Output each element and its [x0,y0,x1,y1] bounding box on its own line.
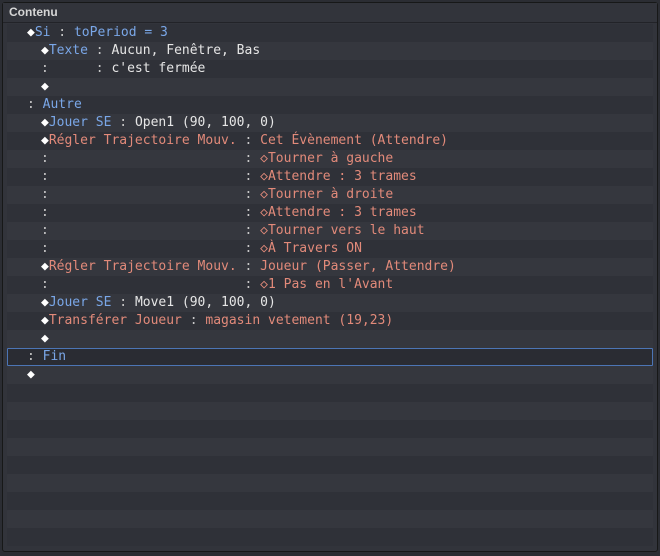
diamond-icon: ◆ [41,43,49,58]
panel-title: Contenu [3,3,657,23]
separator: : [237,241,260,256]
command-keyword: : [41,205,237,220]
event-command-row-empty[interactable] [7,510,653,528]
command-keyword: Régler Trajectoire Mouv. [49,133,237,148]
command-value: ◇Attendre : 3 trames [260,205,417,220]
separator: : [237,169,260,184]
separator: : [237,187,260,202]
separator: : [237,151,260,166]
event-command-row-empty[interactable] [7,528,653,546]
command-keyword: Texte [49,43,88,58]
event-command-row[interactable]: ◆Régler Trajectoire Mouv. : Cet Évènemen… [7,132,653,150]
event-command-row[interactable]: : : ◇1 Pas en l'Avant [7,276,653,294]
event-command-row[interactable]: ◆Jouer SE : Open1 (90, 100, 0) [7,114,653,132]
event-command-row[interactable]: : Autre [7,96,653,114]
separator: : [237,277,260,292]
diamond-icon: ◆ [27,25,35,40]
event-command-row[interactable]: : : ◇Tourner à gauche [7,150,653,168]
command-keyword: Si [35,25,51,40]
command-value: ◇1 Pas en l'Avant [260,277,393,292]
diamond-icon: ◆ [41,331,49,346]
command-value: toPeriod = 3 [74,25,168,40]
event-command-row-empty[interactable] [7,402,653,420]
event-command-row[interactable]: ◆Régler Trajectoire Mouv. : Joueur (Pass… [7,258,653,276]
event-command-row[interactable]: : : c'est fermée [7,60,653,78]
diamond-icon: ◆ [41,79,49,94]
event-command-row[interactable]: ◆Transférer Joueur : magasin vetement (1… [7,312,653,330]
command-value: Fin [43,349,66,364]
event-command-row-empty[interactable] [7,438,653,456]
separator: : [88,43,111,58]
separator: : [182,313,205,328]
event-content-panel: Contenu ◆Si : toPeriod = 3◆Texte : Aucun… [2,2,658,552]
separator: : [237,259,260,274]
diamond-icon: ◆ [27,367,35,382]
command-value: ◇Tourner vers le haut [260,223,424,238]
command-value: ◇Tourner à gauche [260,151,393,166]
event-command-row[interactable]: ◆Si : toPeriod = 3 [7,24,653,42]
command-keyword: Régler Trajectoire Mouv. [49,259,237,274]
event-command-list[interactable]: ◆Si : toPeriod = 3◆Texte : Aucun, Fenêtr… [3,23,657,551]
command-keyword: : [41,151,237,166]
separator: : [237,205,260,220]
command-keyword: : [41,241,237,256]
command-keyword: Jouer SE [49,115,112,130]
diamond-icon: ◆ [41,295,49,310]
command-value: c'est fermée [111,61,205,76]
command-value: ◇Tourner à droite [260,187,393,202]
command-keyword: : [41,169,237,184]
command-keyword: Transférer Joueur [49,313,182,328]
event-command-row-empty[interactable] [7,420,653,438]
command-value: ◇À Travers ON [260,241,362,256]
event-command-row-empty[interactable] [7,474,653,492]
event-command-row[interactable]: ◆ [7,366,653,384]
event-command-row[interactable]: ◆ [7,78,653,96]
command-keyword: : [41,223,237,238]
event-command-row-empty[interactable] [7,384,653,402]
command-value: Open1 (90, 100, 0) [135,115,276,130]
event-command-row[interactable]: : : ◇À Travers ON [7,240,653,258]
command-value: magasin vetement (19,23) [205,313,393,328]
event-command-row[interactable]: ◆Jouer SE : Move1 (90, 100, 0) [7,294,653,312]
event-command-row[interactable]: : : ◇Attendre : 3 trames [7,204,653,222]
separator: : [237,223,260,238]
event-command-row[interactable]: : Fin [7,348,653,366]
separator: : [50,25,73,40]
command-keyword: : [41,61,88,76]
separator: : [111,295,134,310]
separator: : [111,115,134,130]
command-value: Move1 (90, 100, 0) [135,295,276,310]
separator: : [88,61,111,76]
command-keyword: Jouer SE [49,295,112,310]
event-command-row-empty[interactable] [7,456,653,474]
command-keyword: : [41,277,237,292]
command-value: Aucun, Fenêtre, Bas [111,43,260,58]
command-keyword: : [27,97,43,112]
command-value: Autre [43,97,82,112]
command-value: ◇Attendre : 3 trames [260,169,417,184]
diamond-icon: ◆ [41,115,49,130]
event-command-row[interactable]: ◆ [7,330,653,348]
diamond-icon: ◆ [41,259,49,274]
command-keyword: : [27,349,43,364]
command-value: Cet Évènement (Attendre) [260,133,448,148]
event-command-row[interactable]: : : ◇Tourner vers le haut [7,222,653,240]
event-command-row[interactable]: ◆Texte : Aucun, Fenêtre, Bas [7,42,653,60]
event-command-row[interactable]: : : ◇Tourner à droite [7,186,653,204]
event-command-row[interactable]: : : ◇Attendre : 3 trames [7,168,653,186]
diamond-icon: ◆ [41,313,49,328]
command-value: Joueur (Passer, Attendre) [260,259,456,274]
separator: : [237,133,260,148]
diamond-icon: ◆ [41,133,49,148]
command-keyword: : [41,187,237,202]
event-command-row-empty[interactable] [7,492,653,510]
